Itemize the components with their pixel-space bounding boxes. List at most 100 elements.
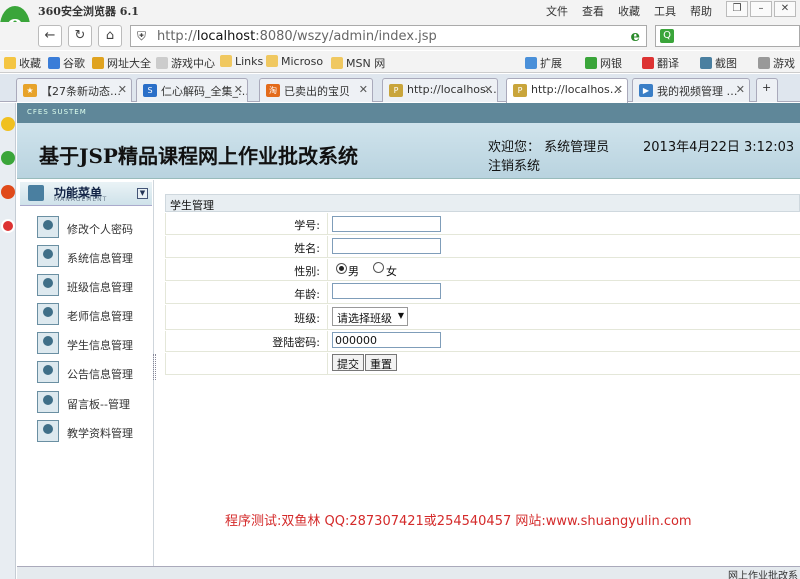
user-icon <box>37 420 59 442</box>
sidebar-item-student-info[interactable]: 学生信息管理 <box>37 332 152 356</box>
gender-female-label: 女 <box>386 265 397 278</box>
logout-link[interactable]: 注销系统 <box>488 155 540 174</box>
restore-icon[interactable]: ❐ <box>726 1 748 17</box>
dropdown-arrow-icon: ▼ <box>397 311 404 320</box>
browser-tab-active[interactable]: P http://localhos… ✕ <box>506 78 628 103</box>
student-no-input[interactable] <box>332 216 441 232</box>
menu-header: 功能菜单 MANAGEMENT ▼ <box>20 182 152 206</box>
app-icon[interactable] <box>1 219 15 233</box>
user-icon <box>37 361 59 383</box>
page-title: 基于JSP精品课程网上作业批改系统 <box>39 144 358 168</box>
gender-label: 性别: <box>294 265 320 278</box>
tab-close-icon[interactable]: ✕ <box>234 83 243 96</box>
gender-male-radio[interactable] <box>336 263 347 274</box>
fav-item[interactable]: 网址大全 <box>92 55 151 71</box>
shield-icon: ⛨ <box>137 29 147 43</box>
app-header: 基于JSP精品课程网上作业批改系统 欢迎您： 系统管理员 注销系统 2013年4… <box>17 123 800 179</box>
fav-item[interactable]: 收藏 <box>4 55 41 71</box>
app-top-strip: CFES SUSTEM <box>17 103 800 123</box>
tab-close-icon[interactable]: ✕ <box>359 83 368 96</box>
reset-button[interactable]: 重置 <box>365 354 397 371</box>
new-tab-icon[interactable]: + <box>756 78 778 102</box>
menu-view[interactable]: 查看 <box>582 3 604 19</box>
fav-item[interactable]: 扩展 <box>525 55 562 71</box>
tab-close-icon[interactable]: ✕ <box>118 83 127 96</box>
home-icon[interactable]: ⌂ <box>98 25 122 47</box>
menu-help[interactable]: 帮助 <box>690 3 712 19</box>
tab-close-icon[interactable]: ✕ <box>484 83 493 96</box>
tab-favicon-icon: S <box>143 84 157 97</box>
gender-male-label: 男 <box>348 265 359 278</box>
sidebar-item-teaching-materials[interactable]: 教学资料管理 <box>37 420 152 444</box>
browser-tab[interactable]: P http://localhos… ✕ <box>382 78 498 102</box>
collapse-icon[interactable]: ▼ <box>137 188 148 199</box>
fav-item[interactable]: Links <box>220 55 263 68</box>
sidebar-item-message-board[interactable]: 留言板--管理 <box>37 391 152 415</box>
tab-close-icon[interactable]: ✕ <box>736 83 745 96</box>
user-icon <box>37 332 59 354</box>
menu-file[interactable]: 文件 <box>546 3 568 19</box>
minimize-icon[interactable]: – <box>750 1 772 17</box>
fav-item[interactable]: 谷歌 <box>48 55 85 71</box>
sidebar-item-class-info[interactable]: 班级信息管理 <box>37 274 152 298</box>
welcome-text: 欢迎您： 系统管理员 <box>488 140 610 155</box>
gender-female-radio[interactable] <box>373 262 384 273</box>
refresh-icon[interactable]: ↻ <box>68 25 92 47</box>
chat-icon[interactable] <box>1 151 15 165</box>
user-icon <box>37 391 59 413</box>
browser-menu-bar: 文件 查看 收藏 工具 帮助 <box>546 3 712 19</box>
browser-tab[interactable]: 淘 已卖出的宝贝 ✕ <box>259 78 373 102</box>
form-row-password: 登陆密码: 000000 <box>165 331 800 352</box>
fav-item[interactable]: 网银 <box>585 55 622 71</box>
menu-favorites[interactable]: 收藏 <box>618 3 640 19</box>
search-engine-icon[interactable]: Q <box>660 29 674 43</box>
tab-favicon-icon: P <box>389 84 403 97</box>
sidebar: 功能菜单 MANAGEMENT ▼ 修改个人密码 系统信息管理 班级信息管理 老… <box>17 180 154 566</box>
fav-item[interactable]: 翻译 <box>642 55 679 71</box>
age-label: 年龄: <box>294 288 320 301</box>
fav-item[interactable]: Microso <box>266 55 323 68</box>
fav-item[interactable]: 游戏 <box>758 55 795 71</box>
tab-favicon-icon: ★ <box>23 84 37 97</box>
footer-note: 程序测试:双鱼林 QQ:287307421或254540457 网站:www.s… <box>225 514 692 529</box>
address-bar[interactable]: ⛨ http://localhost:8080/wszy/admin/index… <box>130 25 647 47</box>
name-input[interactable] <box>332 238 441 254</box>
sidebar-item-teacher-info[interactable]: 老师信息管理 <box>37 303 152 327</box>
status-text: 网上作业批改系 <box>728 571 798 579</box>
sidebar-item-notice-info[interactable]: 公告信息管理 <box>37 361 152 385</box>
fav-item[interactable]: 截图 <box>700 55 737 71</box>
form-row-name: 姓名: <box>165 236 800 258</box>
fav-item[interactable]: MSN 网 <box>331 55 385 71</box>
menu-icon <box>28 185 44 201</box>
tab-favicon-icon: ▶ <box>639 84 653 97</box>
fav-item[interactable]: 游戏中心 <box>156 55 215 71</box>
search-box[interactable]: Q <box>655 25 800 47</box>
tab-close-icon[interactable]: ✕ <box>614 83 623 96</box>
panel-title: 学生管理 <box>165 194 800 212</box>
form-row-actions: 提交 重置 <box>165 353 800 375</box>
splitter-handle[interactable] <box>153 354 156 380</box>
browser-title: 360安全浏览器 6.1 <box>38 5 139 18</box>
password-input[interactable]: 000000 <box>332 332 441 348</box>
browser-side-strip <box>0 103 16 579</box>
weibo-icon[interactable] <box>1 185 15 199</box>
close-icon[interactable]: ✕ <box>774 1 796 17</box>
ie-mode-icon[interactable]: e <box>630 27 640 45</box>
menu-tools[interactable]: 工具 <box>654 3 676 19</box>
form-row-class: 班级: 请选择班级 ▼ <box>165 305 800 330</box>
sidebar-item-change-password[interactable]: 修改个人密码 <box>37 216 152 240</box>
browser-tab[interactable]: ★ 【27条新动态… ✕ <box>16 78 132 102</box>
sidebar-item-system-info[interactable]: 系统信息管理 <box>37 245 152 269</box>
form-row-age: 年龄: <box>165 282 800 304</box>
favorites-bar: 收藏 谷歌 网址大全 游戏中心 Links Microso MSN 网 扩展 网… <box>0 51 800 73</box>
star-icon[interactable] <box>1 117 15 131</box>
back-icon[interactable]: ← <box>38 25 62 47</box>
user-icon <box>37 216 59 238</box>
browser-tab[interactable]: S 仁心解码_全集_… ✕ <box>136 78 248 102</box>
submit-button[interactable]: 提交 <box>332 354 364 371</box>
status-bar: 网上作业批改系 <box>17 566 800 579</box>
age-input[interactable] <box>332 283 441 299</box>
browser-tab[interactable]: ▶ 我的视频管理 … ✕ <box>632 78 750 102</box>
address-url[interactable]: http://localhost:8080/wszy/admin/index.j… <box>157 29 437 44</box>
class-select[interactable]: 请选择班级 ▼ <box>332 307 408 326</box>
